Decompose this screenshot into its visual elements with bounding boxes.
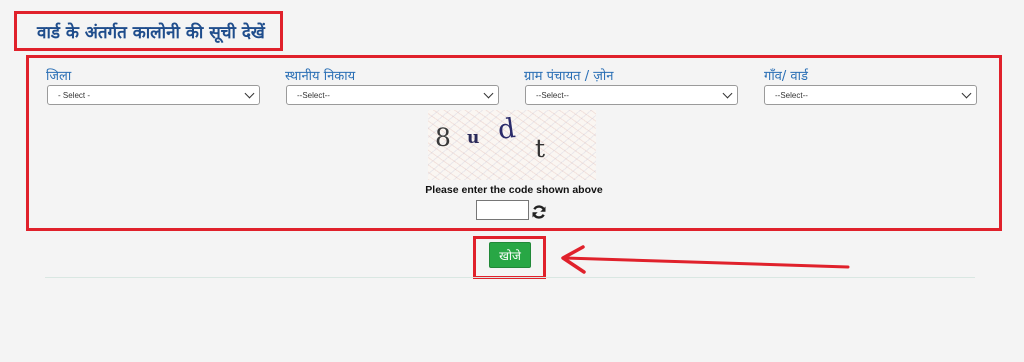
search-button[interactable]: खोजे [489,242,531,268]
refresh-icon[interactable] [531,204,547,220]
search-form: जिला - Select - स्थानीय निकाय --Select--… [26,55,1002,231]
gram-panchayat-select-value: --Select-- [536,90,569,100]
district-select-value: - Select - [58,90,91,100]
page-title-highlight: वार्ड के अंतर्गत कालोनी की सूची देखें [14,11,283,51]
gram-panchayat-label: ग्राम पंचायत / ज़ोन [524,69,614,84]
chevron-down-icon [483,88,494,99]
captcha-prompt: Please enter the code shown above [425,184,603,196]
captcha-char: d [495,112,518,147]
local-body-select[interactable]: --Select-- [286,85,499,105]
arrow-icon [561,245,850,274]
chevron-down-icon [722,88,733,99]
district-label: जिला [46,69,72,84]
chevron-down-icon [961,88,972,99]
local-body-select-value: --Select-- [297,90,330,100]
village-ward-label: गाँव/ वार्ड [764,69,808,84]
chevron-down-icon [244,88,255,99]
captcha-char: u [467,128,480,148]
captcha-char: 8 [435,123,451,152]
captcha-image: 8 u d t [428,110,596,180]
gram-panchayat-select[interactable]: --Select-- [525,85,738,105]
village-ward-select-value: --Select-- [775,90,808,100]
captcha-char: t [535,134,546,163]
divider [45,277,975,278]
local-body-label: स्थानीय निकाय [285,69,356,84]
page-title: वार्ड के अंतर्गत कालोनी की सूची देखें [37,22,265,43]
village-ward-select[interactable]: --Select-- [764,85,977,105]
district-select[interactable]: - Select - [47,85,260,105]
captcha-input[interactable] [476,200,529,220]
